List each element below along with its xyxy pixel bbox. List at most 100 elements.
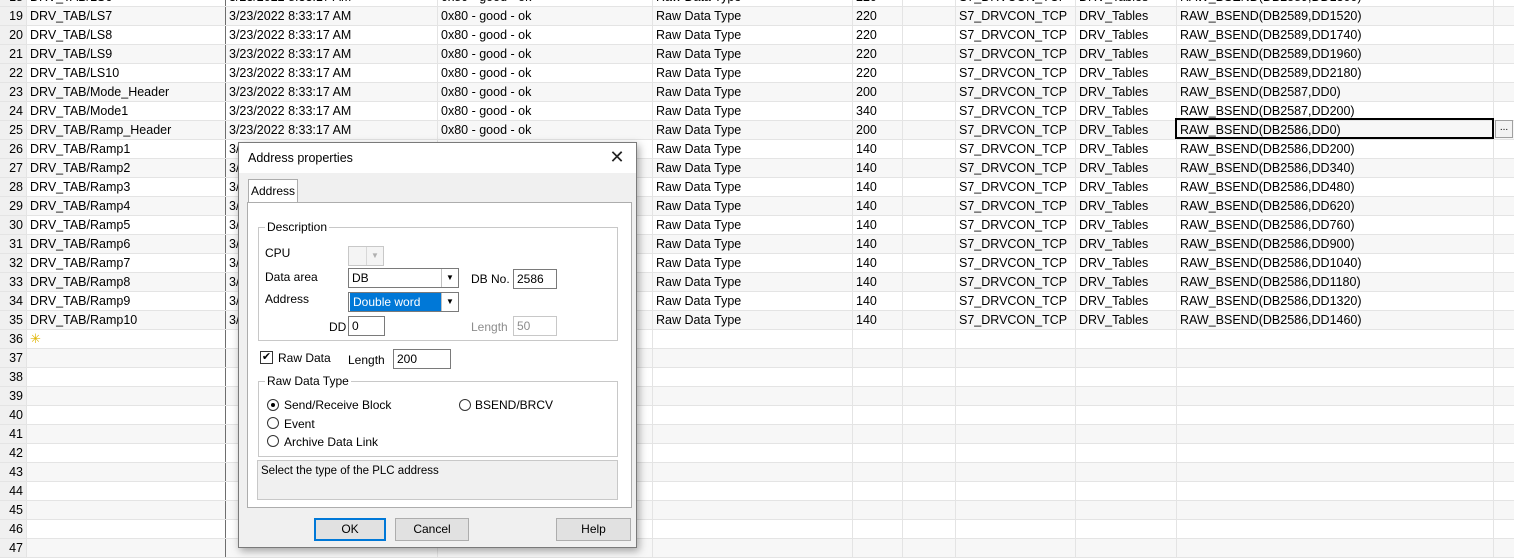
blank-cell[interactable]	[903, 45, 956, 63]
archive-data-link-radio[interactable]	[267, 435, 279, 447]
group-cell[interactable]: DRV_Tables	[1076, 102, 1177, 120]
length-cell[interactable]: 220	[853, 7, 903, 25]
tag-name-cell[interactable]: DRV_TAB/LS9	[27, 45, 226, 63]
length-cell[interactable]: 340	[853, 102, 903, 120]
address-cell[interactable]: RAW_BSEND(DB2586,DD760)	[1177, 216, 1494, 234]
data-type-cell[interactable]: Raw Data Type	[653, 292, 853, 310]
address-cell[interactable]: RAW_BSEND(DB2586,DD1040)	[1177, 254, 1494, 272]
length-cell[interactable]: 200	[853, 83, 903, 101]
length-cell[interactable]	[853, 501, 903, 519]
connection-cell[interactable]: S7_DRVCON_TCP	[956, 273, 1076, 291]
blank-cell[interactable]	[1494, 349, 1514, 367]
blank-cell[interactable]	[903, 330, 956, 348]
timestamp-cell[interactable]: 3/23/2022 8:33:17 AM	[226, 7, 438, 25]
timestamp-cell[interactable]: 3/23/2022 8:33:17 AM	[226, 102, 438, 120]
connection-cell[interactable]: S7_DRVCON_TCP	[956, 292, 1076, 310]
table-row[interactable]: 34 DRV_TAB/Ramp9 3/Raw Data Type 140 S7_DRVC…	[0, 292, 1514, 311]
address-cell[interactable]	[1177, 387, 1494, 405]
length-cell[interactable]	[853, 387, 903, 405]
table-row[interactable]: 39	[0, 387, 1514, 406]
blank-cell[interactable]	[903, 501, 956, 519]
length-cell[interactable]	[853, 482, 903, 500]
blank-cell[interactable]	[903, 539, 956, 557]
group-cell[interactable]: DRV_Tables	[1076, 178, 1177, 196]
blank-cell[interactable]	[903, 387, 956, 405]
length-cell[interactable]	[853, 368, 903, 386]
table-row[interactable]: 37	[0, 349, 1514, 368]
connection-cell[interactable]: S7_DRVCON_TCP	[956, 26, 1076, 44]
blank-cell[interactable]	[903, 121, 956, 139]
tag-name-cell[interactable]	[27, 349, 226, 367]
length-cell[interactable]: 140	[853, 292, 903, 310]
address-cell[interactable]	[1177, 539, 1494, 557]
group-cell[interactable]	[1076, 539, 1177, 557]
address-cell[interactable]: RAW_BSEND(DB2586,DD340)	[1177, 159, 1494, 177]
quality-cell[interactable]: 0x80 - good - ok	[438, 121, 653, 139]
length-cell[interactable]	[853, 406, 903, 424]
blank-cell[interactable]	[1494, 311, 1514, 329]
data-type-cell[interactable]: Raw Data Type	[653, 273, 853, 291]
close-icon[interactable]: ✕	[606, 147, 628, 169]
data-type-cell[interactable]: Raw Data Type	[653, 0, 853, 6]
data-type-cell[interactable]: Raw Data Type	[653, 178, 853, 196]
length-cell[interactable]: 140	[853, 178, 903, 196]
data-type-cell[interactable]: Raw Data Type	[653, 45, 853, 63]
address-cell[interactable]: RAW_BSEND(DB2587,DD0)	[1177, 83, 1494, 101]
data-type-cell[interactable]: Raw Data Type	[653, 216, 853, 234]
table-row[interactable]: 21 DRV_TAB/LS9 3/23/2022 8:33:17 AM 0x80 - …	[0, 45, 1514, 64]
group-cell[interactable]	[1076, 349, 1177, 367]
table-row[interactable]: 41	[0, 425, 1514, 444]
connection-cell[interactable]	[956, 349, 1076, 367]
connection-cell[interactable]: S7_DRVCON_TCP	[956, 178, 1076, 196]
blank-cell[interactable]	[903, 444, 956, 462]
blank-cell[interactable]	[903, 83, 956, 101]
address-cell[interactable]	[1177, 520, 1494, 538]
address-cell[interactable]: RAW_BSEND(DB2589,DD1740)	[1177, 26, 1494, 44]
address-cell[interactable]	[1177, 444, 1494, 462]
connection-cell[interactable]	[956, 406, 1076, 424]
tag-name-cell[interactable]	[27, 406, 226, 424]
blank-cell[interactable]	[903, 349, 956, 367]
blank-cell[interactable]	[1494, 26, 1514, 44]
connection-cell[interactable]: S7_DRVCON_TCP	[956, 216, 1076, 234]
length-cell[interactable]: 140	[853, 273, 903, 291]
group-cell[interactable]	[1076, 406, 1177, 424]
timestamp-cell[interactable]: 3/23/2022 8:33:17 AM	[226, 83, 438, 101]
length-cell[interactable]: 140	[853, 140, 903, 158]
timestamp-cell[interactable]: 3/23/2022 8:33:17 AM	[226, 26, 438, 44]
address-cell[interactable]: RAW_BSEND(DB2586,DD480)	[1177, 178, 1494, 196]
length-cell[interactable]: 200	[853, 121, 903, 139]
blank-cell[interactable]	[1494, 64, 1514, 82]
length-cell[interactable]: 140	[853, 254, 903, 272]
group-cell[interactable]: DRV_Tables	[1076, 216, 1177, 234]
tag-name-cell[interactable]: DRV_TAB/Mode1	[27, 102, 226, 120]
group-cell[interactable]: DRV_Tables	[1076, 273, 1177, 291]
blank-cell[interactable]	[903, 425, 956, 443]
blank-cell[interactable]	[903, 216, 956, 234]
connection-cell[interactable]: S7_DRVCON_TCP	[956, 102, 1076, 120]
quality-cell[interactable]: 0x80 - good - ok	[438, 64, 653, 82]
blank-cell[interactable]	[1494, 83, 1514, 101]
tab-address[interactable]: Address	[248, 179, 298, 203]
blank-cell[interactable]	[903, 159, 956, 177]
connection-cell[interactable]	[956, 482, 1076, 500]
data-type-cell[interactable]	[653, 501, 853, 519]
length-cell[interactable]	[853, 520, 903, 538]
connection-cell[interactable]: S7_DRVCON_TCP	[956, 159, 1076, 177]
group-cell[interactable]	[1076, 425, 1177, 443]
data-type-cell[interactable]	[653, 368, 853, 386]
blank-cell[interactable]	[1494, 178, 1514, 196]
table-row[interactable]: 19 DRV_TAB/LS7 3/23/2022 8:33:17 AM 0x80 - …	[0, 7, 1514, 26]
data-type-cell[interactable]: Raw Data Type	[653, 311, 853, 329]
blank-cell[interactable]	[1494, 140, 1514, 158]
cpu-select[interactable]: ▼	[348, 246, 384, 266]
length-cell[interactable]: 140	[853, 159, 903, 177]
table-row[interactable]: 45	[0, 501, 1514, 520]
group-cell[interactable]	[1076, 520, 1177, 538]
blank-cell[interactable]	[903, 273, 956, 291]
table-row[interactable]: 30 DRV_TAB/Ramp5 3/Raw Data Type 140 S7_DRVC…	[0, 216, 1514, 235]
timestamp-cell[interactable]: 3/23/2022 8:33:17 AM	[226, 0, 438, 6]
group-cell[interactable]: DRV_Tables	[1076, 121, 1177, 139]
tag-name-cell[interactable]	[27, 425, 226, 443]
address-cell[interactable]	[1177, 482, 1494, 500]
